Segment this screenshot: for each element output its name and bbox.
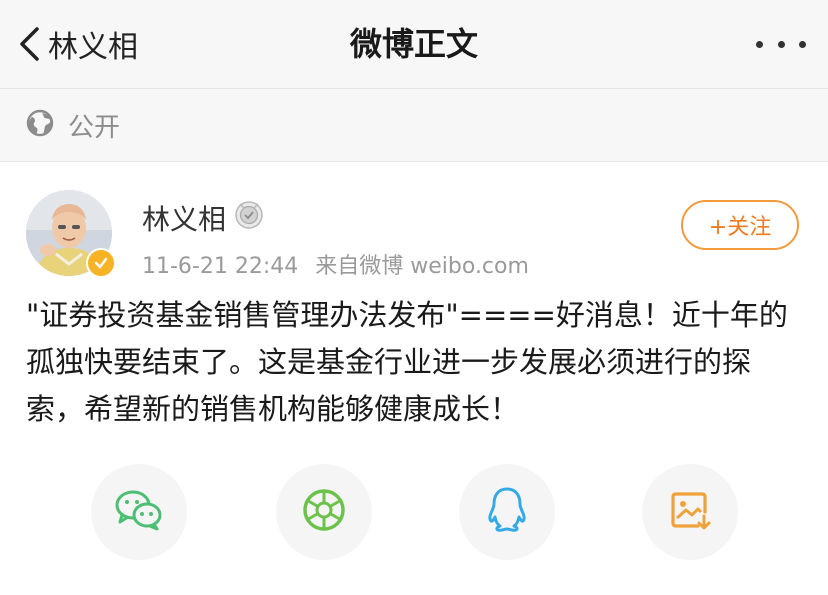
save-image-button[interactable] [642,464,738,560]
save-image-icon [668,488,712,536]
post-source: 来自微博 weibo.com [315,254,529,279]
nav-bar: 林义相 微博正文 [0,0,828,89]
visibility-label: 公开 [68,112,121,143]
post-body: "证券投资基金销售管理办法发布"====好消息！近十年的孤独快要结束了。这是基金… [26,298,788,426]
share-qq-button[interactable] [459,464,555,560]
follow-label: +关注 [708,215,772,240]
post-time: 11-6-21 22:44 [142,254,299,279]
more-options-button[interactable] [756,30,806,58]
back-button[interactable]: 林义相 [18,20,138,68]
share-moments-button[interactable] [276,464,372,560]
wechat-icon [114,488,164,536]
share-row [0,464,828,564]
share-wechat-button[interactable] [91,464,187,560]
post-meta: 11-6-21 22:44 来自微博 weibo.com [142,248,539,280]
author-name: 林义相 [142,203,227,236]
medal-icon [234,200,264,237]
follow-button[interactable]: +关注 [681,200,799,250]
back-label: 林义相 [48,30,138,65]
dot-icon [777,40,785,48]
chevron-left-icon [18,26,40,62]
author-avatar[interactable] [26,190,116,278]
qq-icon [487,486,527,538]
moments-icon [301,487,347,537]
verified-badge-icon [86,248,116,278]
visibility-row: 公开 [0,89,828,162]
author-name-link[interactable]: 林义相 [142,198,264,238]
dot-icon [756,40,763,48]
dot-icon [799,40,806,48]
globe-icon [26,109,54,141]
weibo-post: 林义相 11-6-21 22:44 来自微博 weibo.com +关注 "证券… [0,162,828,595]
